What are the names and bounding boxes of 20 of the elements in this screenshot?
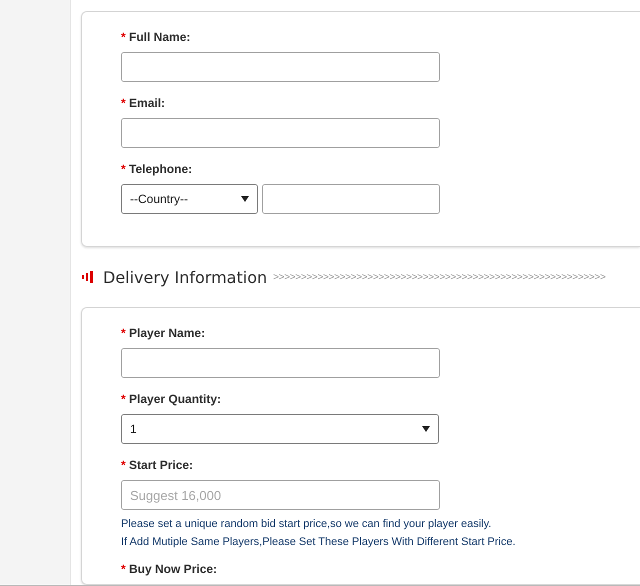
- field-label: * Player Quantity:: [121, 392, 222, 406]
- field-label: * Email:: [121, 96, 166, 110]
- text-field[interactable]: [121, 52, 440, 82]
- field-label: * Player Name:: [121, 326, 206, 340]
- caret-icon: [241, 196, 249, 202]
- section-title: Delivery Information: [103, 268, 268, 286]
- text-field[interactable]: [121, 118, 440, 148]
- chevron-divider: >>>>>>>>>>>>>>>>>>>>>>>>>>>>>>>>>>>>>>>>>>>>>>>>>>>>>>>>>>>>: [273, 272, 606, 282]
- text-field[interactable]: [121, 348, 440, 378]
- field-label: * Full Name:: [121, 30, 192, 44]
- field-label: * Buy Now Price:: [121, 562, 218, 576]
- hint-text: Please set a unique random bid start price,so we can find your player easily.: [121, 518, 492, 530]
- phone-field[interactable]: [262, 184, 440, 214]
- field-label: * Telephone:: [121, 162, 194, 176]
- text-field[interactable]: Suggest 16,000: [121, 480, 440, 510]
- quantity-select[interactable]: 1: [121, 414, 439, 444]
- hint-text: If Add Mutiple Same Players,Please Set These Players With Different Start Price.: [121, 536, 517, 548]
- country-select[interactable]: --Country--: [121, 184, 258, 214]
- field-label: * Start Price:: [121, 458, 194, 472]
- caret-icon: [422, 426, 430, 432]
